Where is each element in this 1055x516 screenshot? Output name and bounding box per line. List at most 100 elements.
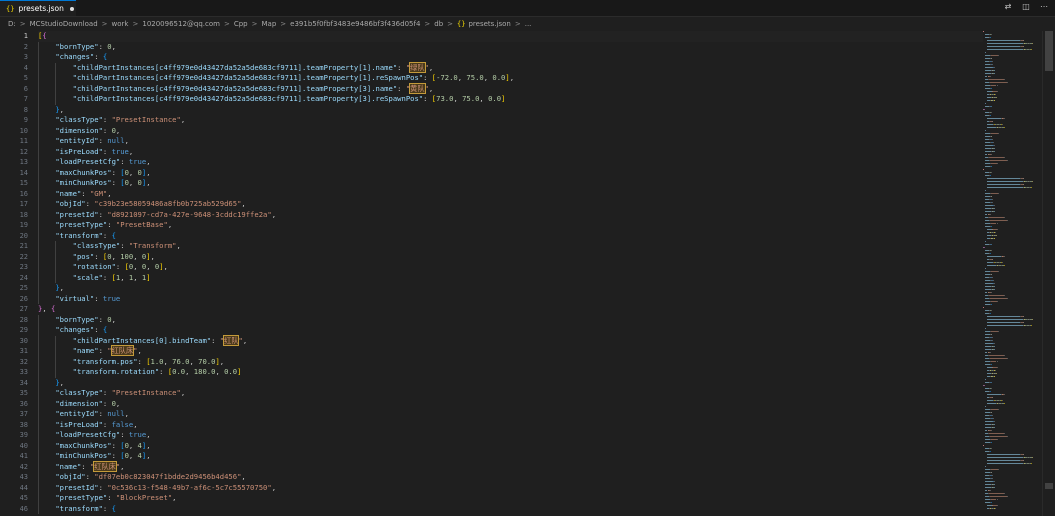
code-line[interactable]: "scale": [1, 1, 1] bbox=[38, 272, 983, 283]
breadcrumb-item[interactable]: work bbox=[112, 20, 129, 28]
vertical-scrollbar[interactable] bbox=[1042, 31, 1055, 516]
breadcrumb-item[interactable]: e391b5f0fbf3483e9486bf3f436d05f4 bbox=[290, 20, 420, 28]
minimap-stroke bbox=[984, 343, 992, 344]
code-line[interactable]: "entityId": null, bbox=[38, 409, 983, 420]
code-line[interactable]: "presetId": "d8921097-cd7a-427e-9648-3cd… bbox=[38, 209, 983, 220]
code-line[interactable]: }, bbox=[38, 283, 983, 294]
scrollbar-thumb[interactable] bbox=[1045, 31, 1053, 71]
code-line[interactable]: "name": "GM", bbox=[38, 188, 983, 199]
breadcrumb-item[interactable]: Cpp bbox=[234, 20, 248, 28]
tab-bar: {} presets.json ⇄ ◫ ⋯ bbox=[0, 0, 1055, 17]
code-line[interactable]: "minChunkPos": [0, 4], bbox=[38, 451, 983, 462]
code-line[interactable]: "childPartInstances[0].bindTeam": "红队", bbox=[38, 334, 983, 346]
code-line[interactable]: "transform": { bbox=[38, 503, 983, 514]
line-number: 24 bbox=[19, 273, 28, 282]
code-token: : bbox=[81, 461, 90, 471]
indent-guide bbox=[38, 272, 39, 283]
more-actions-icon[interactable]: ⋯ bbox=[1039, 2, 1049, 11]
code-token: : bbox=[102, 146, 112, 156]
code-line[interactable]: "presetType": "BlockPreset", bbox=[38, 493, 983, 504]
code-token: , bbox=[137, 346, 142, 355]
code-token: : bbox=[102, 125, 112, 135]
line-number: 9 bbox=[23, 116, 28, 124]
breadcrumb-item[interactable]: D: bbox=[8, 20, 16, 28]
code-line[interactable]: "classType": "Transform", bbox=[38, 241, 983, 252]
code-line[interactable]: "changes": { bbox=[38, 52, 983, 63]
code-token: : bbox=[98, 136, 108, 145]
code-token: , bbox=[271, 209, 277, 219]
unsaved-dot-icon[interactable] bbox=[69, 6, 74, 11]
minimap[interactable] bbox=[983, 31, 1041, 516]
code-token: , bbox=[133, 272, 142, 282]
code-line[interactable]: "transform.pos": [1.0, 76.0, 70.0], bbox=[38, 356, 983, 367]
code-line[interactable]: "rotation": [0, 0, 0], bbox=[38, 262, 983, 273]
code-line[interactable]: "bornType": 0, bbox=[38, 314, 983, 325]
minimap-stroke bbox=[986, 460, 1021, 461]
code-line[interactable]: "classType": "PresetInstance", bbox=[38, 388, 983, 399]
code-line[interactable]: "childPartInstances[c4ff979e0d43427da52a… bbox=[38, 73, 983, 84]
breadcrumb-item[interactable]: MCStudioDownload bbox=[30, 20, 98, 28]
code-line[interactable]: "childPartInstances[c4ff979e0d43427da52a… bbox=[38, 94, 983, 105]
indent-guide bbox=[38, 104, 39, 115]
code-line[interactable]: "presetType": "PresetBase", bbox=[38, 220, 983, 231]
code-line[interactable]: "changes": { bbox=[38, 325, 983, 336]
code-token: : bbox=[397, 83, 406, 93]
split-editor-icon[interactable]: ◫ bbox=[1021, 2, 1031, 11]
breadcrumb-item[interactable]: db bbox=[434, 20, 443, 28]
code-line[interactable]: "loadPresetCfg": true, bbox=[38, 430, 983, 441]
code-line[interactable]: "name": "红队床", bbox=[38, 460, 983, 472]
breadcrumb-separator-icon: > bbox=[101, 19, 108, 28]
tab-presets-json[interactable]: {} presets.json bbox=[0, 0, 76, 16]
code-token: "isPreLoad" bbox=[55, 419, 103, 429]
breadcrumb-item[interactable]: Map bbox=[262, 20, 277, 28]
code-token: , bbox=[128, 167, 138, 177]
code-line[interactable]: "classType": "PresetInstance", bbox=[38, 115, 983, 126]
code-line[interactable]: "entityId": null, bbox=[38, 136, 983, 147]
code-line[interactable]: "objId": "df07eb0c823047f1bdde2d9456b4d4… bbox=[38, 472, 983, 483]
json-braces-icon: {} bbox=[457, 19, 466, 28]
code-line[interactable]: "isPreLoad": false, bbox=[38, 419, 983, 430]
compare-changes-icon[interactable]: ⇄ bbox=[1003, 2, 1013, 11]
code-line[interactable]: "virtual": true bbox=[38, 293, 983, 304]
code-line[interactable]: "maxChunkPos": [0, 4], bbox=[38, 440, 983, 451]
code-line[interactable]: "loadPresetCfg": true, bbox=[38, 157, 983, 168]
code-line[interactable]: "transform.rotation": [0.0, 180.0, 0.0] bbox=[38, 367, 983, 378]
code-line[interactable]: [{ bbox=[38, 31, 983, 42]
code-line[interactable]: }, bbox=[38, 377, 983, 388]
indent-guide bbox=[38, 283, 39, 294]
code-token: , bbox=[120, 272, 129, 282]
code-line[interactable]: "bornType": 0, bbox=[38, 41, 983, 52]
minimap-stroke bbox=[984, 205, 992, 206]
breadcrumb-item[interactable]: 1020096512@qq.com bbox=[142, 20, 220, 28]
code-line[interactable]: "dimension": 0, bbox=[38, 398, 983, 409]
code-token: "childPartInstances[c4ff979e0d43427da52a… bbox=[72, 83, 398, 93]
minimap-stroke bbox=[986, 265, 996, 266]
code-line[interactable]: "dimension": 0, bbox=[38, 125, 983, 136]
breadcrumb-item[interactable]: presets.json bbox=[468, 20, 510, 28]
code-line[interactable]: "pos": [0, 100, 0], bbox=[38, 251, 983, 262]
code-line[interactable]: "isPreLoad": true, bbox=[38, 146, 983, 157]
minimap-stroke bbox=[986, 46, 1021, 47]
breadcrumb-item[interactable]: ... bbox=[525, 20, 532, 28]
line-number: 41 bbox=[19, 452, 28, 460]
code-line[interactable]: "objId": "c39b23e58059486a8fb0b725ab529d… bbox=[38, 199, 983, 210]
code-line[interactable]: "minChunkPos": [0, 0], bbox=[38, 178, 983, 189]
line-number: 36 bbox=[19, 399, 28, 408]
line-number: 29 bbox=[19, 326, 28, 334]
code-line[interactable]: }, bbox=[38, 104, 983, 115]
code-line[interactable]: "name": "红队床", bbox=[38, 345, 983, 357]
code-line[interactable]: "maxChunkPos": [0, 0], bbox=[38, 167, 983, 178]
code-line[interactable]: "transform": { bbox=[38, 230, 983, 241]
code-line[interactable]: "presetId": "0c536c13-f548-49b7-af6c-5c7… bbox=[38, 482, 983, 493]
code-line[interactable]: }, { bbox=[38, 304, 983, 315]
minimap-stroke bbox=[990, 133, 998, 134]
code-area[interactable]: [{ "bornType": 0, "changes": { "childPar… bbox=[38, 31, 983, 514]
code-line[interactable]: "childPartInstances[c4ff979e0d43427da52a… bbox=[38, 61, 983, 73]
code-editor[interactable]: 1 2 3 4 5 6 7 8 9 10 11 12 13 14 15 16 17 18 19 20 21 22 23 24 2… bbox=[0, 31, 1055, 516]
code-line[interactable]: "childPartInstances[c4ff979e0d43427da52a… bbox=[38, 82, 983, 94]
